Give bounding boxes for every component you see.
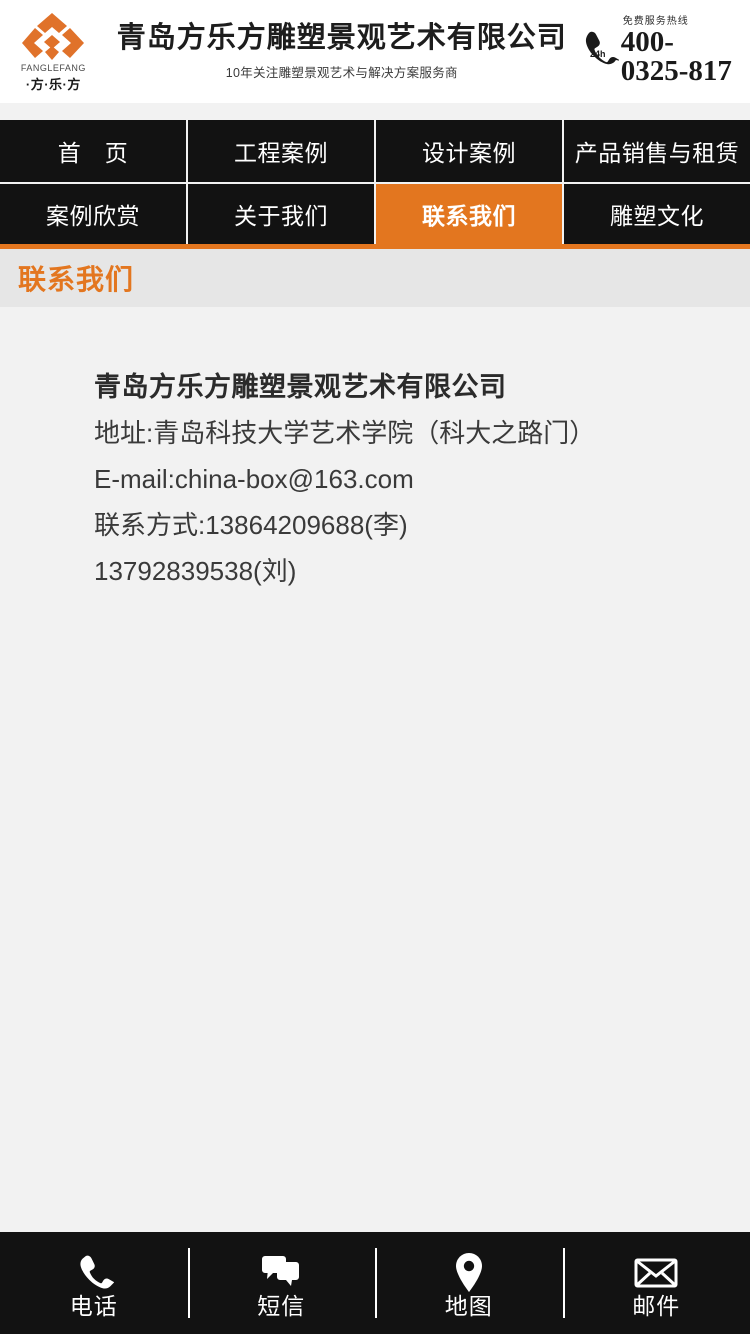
bottom-action-email[interactable]: 邮件 — [562, 1232, 750, 1334]
company-title-block: 青岛方乐方雕塑景观艺术有限公司 10年关注雕塑景观艺术与解决方案服务商 — [107, 22, 577, 81]
main-navigation: 首 页 工程案例 设计案例 产品销售与租赁 案例欣赏 关于我们 联系我们 雕塑文… — [0, 120, 750, 244]
hotline-text-block: 免费服务热线 400-0325-817 — [621, 17, 736, 86]
page-title-bar: 联系我们 — [0, 244, 750, 307]
nav-item-about-us[interactable]: 关于我们 — [188, 184, 376, 244]
page-title: 联系我们 — [18, 264, 135, 295]
bottom-action-email-label: 邮件 — [632, 1292, 681, 1319]
nav-item-contact-us[interactable]: 联系我们 — [376, 184, 564, 244]
contact-phone-primary: 联系方式:13864209688(李) — [94, 510, 408, 540]
site-logo[interactable]: FANGLEFANG ·方·乐·方 — [0, 0, 107, 103]
contact-email: E-mail:china-box@163.com — [94, 464, 414, 494]
logo-chinese-text: ·方·乐·方 — [25, 77, 81, 92]
header-nav-gap — [0, 103, 750, 120]
nav-item-case-gallery[interactable]: 案例欣赏 — [0, 184, 188, 244]
contact-phone-secondary: 13792839538(刘) — [94, 556, 297, 586]
contact-content: 青岛方乐方雕塑景观艺术有限公司 地址:青岛科技大学艺术学院（科大之路门） E-m… — [0, 307, 750, 1230]
map-pin-icon — [453, 1252, 485, 1293]
bottom-action-map-label: 地图 — [444, 1292, 493, 1319]
bottom-action-phone[interactable]: 电话 — [0, 1232, 188, 1334]
bottom-action-bar: 电话 短信 地图 邮件 — [0, 1230, 750, 1334]
phone-handset-icon: 24h — [577, 29, 619, 75]
nav-item-home[interactable]: 首 页 — [0, 120, 188, 182]
hotline-block[interactable]: 24h 免费服务热线 400-0325-817 — [577, 0, 750, 103]
nav-item-product-sales-rental[interactable]: 产品销售与租赁 — [564, 120, 750, 182]
nav-item-sculpture-culture[interactable]: 雕塑文化 — [564, 184, 750, 244]
bottom-action-phone-label: 电话 — [69, 1292, 118, 1319]
bottom-action-sms[interactable]: 短信 — [187, 1232, 376, 1334]
phone-icon — [74, 1253, 114, 1293]
nav-row-2: 案例欣赏 关于我们 联系我们 雕塑文化 — [0, 182, 750, 244]
message-bubbles-icon — [260, 1253, 302, 1293]
fanglefang-diamond-logo-icon — [21, 12, 85, 62]
nav-item-design-cases[interactable]: 设计案例 — [376, 120, 564, 182]
envelope-icon — [634, 1253, 678, 1293]
svg-text:24h: 24h — [590, 49, 606, 59]
bottom-action-map[interactable]: 地图 — [375, 1232, 563, 1334]
nav-row-1: 首 页 工程案例 设计案例 产品销售与租赁 — [0, 120, 750, 182]
page-root: FANGLEFANG ·方·乐·方 青岛方乐方雕塑景观艺术有限公司 10年关注雕… — [0, 0, 750, 1334]
bottom-action-sms-label: 短信 — [257, 1292, 306, 1319]
contact-company-name: 青岛方乐方雕塑景观艺术有限公司 — [94, 372, 507, 402]
hotline-number: 400-0325-817 — [620, 26, 732, 87]
contact-address: 地址:青岛科技大学艺术学院（科大之路门） — [94, 418, 596, 448]
nav-item-engineering-cases[interactable]: 工程案例 — [188, 120, 376, 182]
site-header: FANGLEFANG ·方·乐·方 青岛方乐方雕塑景观艺术有限公司 10年关注雕… — [0, 0, 750, 103]
company-name: 青岛方乐方雕塑景观艺术有限公司 — [116, 21, 567, 54]
logo-english-text: FANGLEFANG — [20, 63, 86, 73]
company-slogan: 10年关注雕塑景观艺术与解决方案服务商 — [225, 66, 458, 81]
